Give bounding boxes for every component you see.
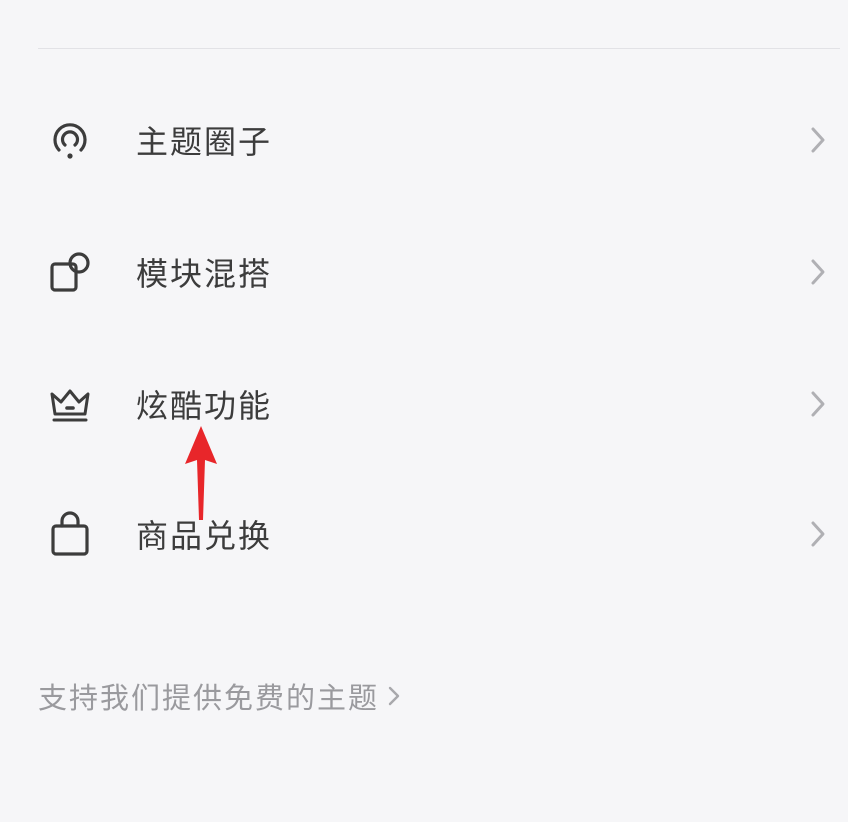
top-divider — [38, 48, 840, 49]
red-arrow-annotation-icon — [185, 426, 217, 520]
menu-item-theme-circle[interactable]: 主题圈子 — [0, 85, 848, 195]
square-circle-shapes-icon — [44, 246, 96, 298]
crown-icon — [44, 378, 96, 430]
podcast-signal-icon — [44, 114, 96, 166]
chevron-right-icon — [388, 686, 400, 706]
chevron-right-icon — [811, 391, 825, 417]
support-link-label: 支持我们提供免费的主题 — [38, 681, 380, 715]
chevron-right-icon — [811, 259, 825, 285]
menu-item-label: 主题圈子 — [136, 123, 273, 161]
menu-item-module-mix[interactable]: 模块混搭 — [0, 217, 848, 327]
menu-item-goods-exchange[interactable]: 商品兑换 — [0, 479, 848, 589]
support-free-themes-link[interactable]: 支持我们提供免费的主题 — [38, 672, 401, 720]
chevron-right-icon — [811, 521, 825, 547]
chevron-right-icon — [811, 127, 825, 153]
menu-item-label: 炫酷功能 — [136, 387, 273, 425]
shopping-bag-icon — [44, 508, 96, 560]
menu-item-cool-features[interactable]: 炫酷功能 — [0, 349, 848, 459]
menu-item-label: 模块混搭 — [136, 255, 273, 293]
